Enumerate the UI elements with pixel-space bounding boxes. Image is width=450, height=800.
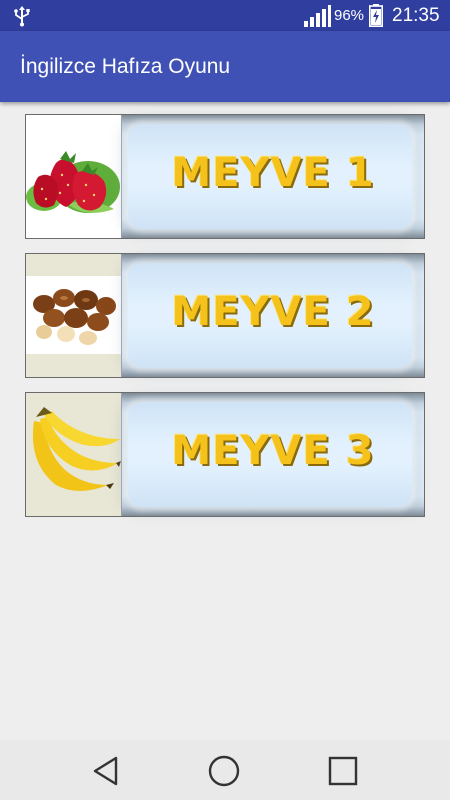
back-triangle-icon[interactable] bbox=[88, 753, 124, 789]
banana-image bbox=[26, 393, 121, 516]
category-label: MEYVE 3 bbox=[171, 428, 375, 474]
battery-percent: 96% bbox=[334, 7, 365, 24]
signal-icon bbox=[304, 5, 331, 27]
recents-square-icon[interactable] bbox=[325, 753, 361, 789]
usb-icon bbox=[14, 6, 30, 27]
category-banner: MEYVE 2 bbox=[121, 254, 424, 377]
clock: 21:35 bbox=[392, 5, 440, 26]
navigation-bar bbox=[0, 740, 450, 800]
category-card-2[interactable]: MEYVE 2 bbox=[25, 253, 425, 378]
category-label: MEYVE 2 bbox=[171, 289, 375, 335]
hazelnut-image bbox=[26, 254, 121, 377]
category-label: MEYVE 1 bbox=[171, 150, 375, 196]
status-bar: 96% 21:35 bbox=[0, 0, 450, 31]
home-circle-icon[interactable] bbox=[206, 753, 242, 789]
category-card-1[interactable]: MEYVE 1 bbox=[25, 114, 425, 239]
category-card-3[interactable]: MEYVE 3 bbox=[25, 392, 425, 517]
app-title: İngilizce Hafıza Oyunu bbox=[20, 55, 231, 78]
category-banner: MEYVE 3 bbox=[121, 393, 424, 516]
battery-charging-icon bbox=[369, 4, 383, 27]
app-bar: İngilizce Hafıza Oyunu bbox=[0, 31, 450, 102]
strawberry-image bbox=[26, 115, 121, 238]
category-banner: MEYVE 1 bbox=[121, 115, 424, 238]
category-list: MEYVE 1 MEYVE 2 MEYVE 3 bbox=[25, 114, 425, 531]
